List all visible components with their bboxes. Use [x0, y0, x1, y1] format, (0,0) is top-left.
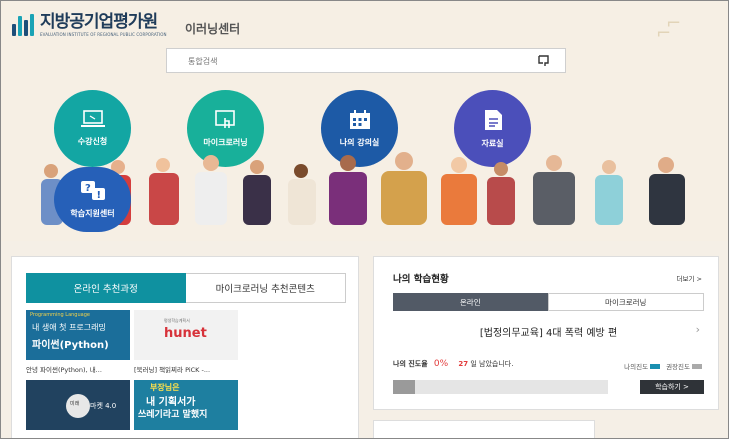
- progress-bar: [393, 380, 608, 394]
- tab-online-recommend[interactable]: 온라인 추천과정: [26, 273, 186, 303]
- quick-menu-support-center[interactable]: ? ! 학습지원센터: [54, 167, 131, 232]
- course-caption[interactable]: [북러닝] 책읽찌라 PiCK -...: [134, 364, 210, 374]
- search-input[interactable]: [167, 50, 527, 73]
- decorative-stairs-icon: ⌐: [656, 23, 672, 44]
- search-icon[interactable]: [537, 54, 551, 68]
- org-name: 지방공기업평가원: [40, 12, 158, 32]
- touch-screen-icon: [214, 110, 235, 128]
- search-box: [166, 48, 566, 73]
- center-name: 이러닝센터: [185, 22, 241, 36]
- chevron-right-icon[interactable]: ›: [696, 323, 700, 336]
- tab-online[interactable]: 온라인: [393, 293, 548, 311]
- progress-legend: 나의진도 권장진도: [624, 361, 702, 371]
- secondary-panel: [373, 420, 595, 438]
- tab-microlearning-recommend[interactable]: 마이크로러닝 추천콘텐츠: [185, 273, 346, 303]
- quick-menu-label: 나의 강의실: [339, 138, 380, 147]
- site-logo[interactable]: 지방공기업평가원 EVALUATION INSTITUTE OF REGIONA…: [12, 13, 167, 37]
- course-thumbnail-booklearning[interactable]: 평생학습계획서 hunet: [134, 310, 238, 360]
- legend-recommended-swatch: [692, 363, 702, 369]
- recommend-panel: 온라인 추천과정 마이크로러닝 추천콘텐츠 Programming Langua…: [11, 256, 359, 438]
- status-tabs: 온라인 마이크로러닝: [393, 293, 704, 311]
- recommend-tabs: 온라인 추천과정 마이크로러닝 추천콘텐츠: [26, 273, 346, 303]
- hero-header: 지방공기업평가원 EVALUATION INSTITUTE OF REGIONA…: [1, 1, 728, 241]
- logo-mark-icon: [12, 14, 34, 36]
- course-thumbnail-planning[interactable]: 부장님은 내 기획서가 쓰레기라고 말했지: [134, 380, 238, 430]
- document-icon: [484, 110, 502, 130]
- progress-percent: 0%: [433, 359, 449, 369]
- svg-text:?: ?: [85, 183, 91, 194]
- days-left-number: 27: [458, 360, 469, 368]
- days-left-text: 일 남았습니다.: [470, 360, 514, 368]
- more-link[interactable]: 더보기 >: [677, 273, 702, 283]
- my-learning-status-panel: 나의 학습현황 더보기 > 온라인 마이크로러닝 [법정의무교육] 4대 폭력 …: [373, 256, 719, 410]
- course-thumbnail-market[interactable]: 미래 마켓 4.0: [26, 380, 130, 430]
- progress-label: 나의 진도율: [393, 360, 428, 368]
- course-thumbnail-python[interactable]: Programming Language 내 생애 첫 프로그래밍 파이썬(Py…: [26, 310, 130, 360]
- legend-mine-label: 나의진도: [624, 363, 649, 371]
- course-caption[interactable]: 안녕 파이썬(Python), 내...: [26, 364, 102, 374]
- page-frame: 지방공기업평가원 EVALUATION INSTITUTE OF REGIONA…: [0, 0, 729, 439]
- quick-menu-label: 자료실: [481, 139, 504, 148]
- tab-microlearning[interactable]: 마이크로러닝: [547, 293, 704, 311]
- quick-menu-label: 학습지원센터: [70, 209, 115, 218]
- quick-menu-label: 수강신청: [77, 137, 108, 146]
- help-chat-icon: ? !: [80, 181, 105, 201]
- legend-mine-swatch: [650, 363, 661, 369]
- laptop-icon: [80, 110, 105, 127]
- org-english-name: EVALUATION INSTITUTE OF REGIONAL PUBLIC …: [40, 32, 167, 37]
- study-button[interactable]: 학습하기 >: [640, 380, 704, 394]
- current-course-title[interactable]: [법정의무교육] 4대 폭력 예방 편: [393, 317, 704, 345]
- panel-title: 나의 학습현황: [393, 274, 449, 285]
- calendar-icon: [349, 110, 370, 129]
- svg-text:!: !: [96, 190, 101, 201]
- legend-recommended-label: 권장진도: [666, 363, 690, 371]
- progress-bar-fill: [393, 380, 415, 394]
- quick-menu-label: 마이크로러닝: [203, 138, 248, 147]
